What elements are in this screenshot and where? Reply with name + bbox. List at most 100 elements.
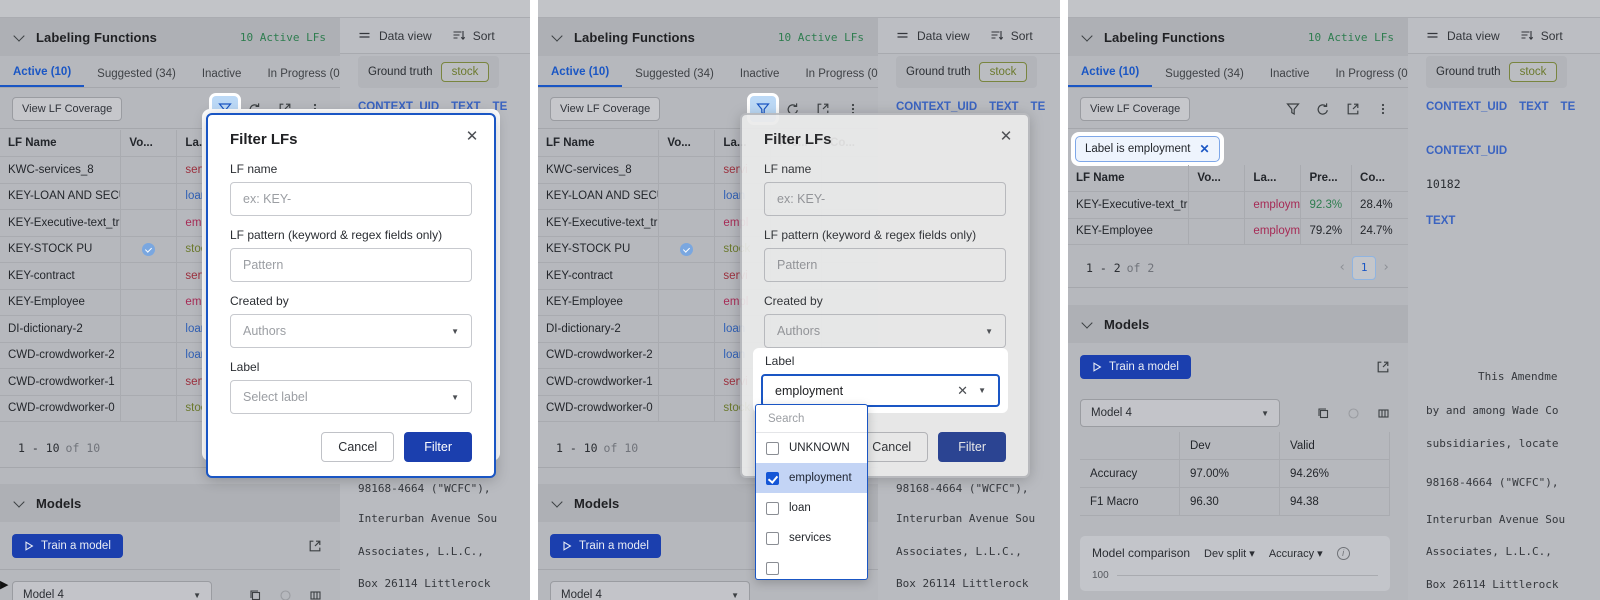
col-text[interactable]: TEXT — [989, 101, 1018, 113]
lf-pattern-input[interactable]: Pattern — [764, 248, 1006, 282]
prev-page-icon[interactable]: ‹ — [1338, 260, 1346, 275]
dev-split-select[interactable]: Dev split ▾ — [1204, 547, 1255, 560]
train-a-model-button[interactable]: Train a model — [12, 533, 123, 558]
tab-suggested[interactable]: Suggested (34) — [84, 68, 189, 87]
next-page-icon[interactable]: › — [1382, 260, 1390, 275]
checkbox-icon[interactable] — [766, 471, 779, 485]
label-select-open[interactable]: employment ✕ ▼ — [761, 374, 1000, 407]
filter-button[interactable]: Filter — [404, 432, 472, 462]
metrics-row: Accuracy 97.00% 94.26% — [1080, 460, 1390, 488]
data-view-toolbar-2: Data view Sort — [878, 18, 1060, 54]
copy-icon[interactable] — [1310, 400, 1336, 426]
filter-chip-label-employment[interactable]: Label is employment ✕ — [1075, 136, 1220, 162]
col-text-2[interactable]: TE — [1561, 101, 1576, 113]
checkbox-icon[interactable] — [766, 501, 779, 515]
view-lf-coverage-button[interactable]: View LF Coverage — [1080, 96, 1191, 121]
tab-inactive[interactable]: Inactive — [1257, 68, 1323, 87]
created-by-select[interactable]: Authors ▼ — [230, 314, 472, 348]
tab-inactive[interactable]: Inactive — [189, 68, 255, 87]
models-header-3[interactable]: Models — [1068, 305, 1408, 343]
filter-button[interactable]: Filter — [938, 432, 1006, 462]
model-select-1[interactable]: Model 4 ▼ — [12, 581, 212, 600]
close-icon[interactable]: ✕ — [998, 129, 1014, 146]
tag-icon[interactable] — [272, 582, 298, 600]
ground-truth-value[interactable]: stock — [1508, 62, 1558, 82]
dropdown-option-employment[interactable]: employment — [756, 463, 867, 493]
checkbox-icon[interactable] — [766, 561, 779, 575]
col-text[interactable]: TEXT — [1519, 101, 1548, 113]
sort-label[interactable]: Sort — [1011, 29, 1033, 43]
lf-name-input[interactable]: ex: KEY- — [230, 182, 472, 216]
refresh-icon[interactable] — [1310, 96, 1336, 122]
dropdown-option-partial[interactable] — [756, 553, 867, 579]
open-external-icon[interactable] — [302, 533, 328, 559]
data-view-label[interactable]: Data view — [1447, 29, 1500, 43]
chevron-down-icon[interactable] — [14, 497, 26, 509]
tab-suggested[interactable]: Suggested (34) — [1152, 68, 1257, 87]
columns-icon[interactable] — [302, 582, 328, 600]
copy-icon[interactable] — [242, 582, 268, 600]
page-number-button[interactable]: 1 — [1352, 255, 1377, 280]
table-row[interactable]: KEY-Employee employm 79.2% 24.7% — [1068, 218, 1408, 245]
chevron-down-icon: ▼ — [193, 590, 201, 600]
labeling-functions-header[interactable]: Labeling Functions 10 Active LFs — [0, 18, 340, 56]
sort-label[interactable]: Sort — [473, 29, 495, 43]
more-options-icon[interactable] — [1370, 96, 1396, 122]
close-icon[interactable]: ✕ — [1199, 142, 1209, 156]
label-select[interactable]: Select label ▼ — [230, 380, 472, 414]
dropdown-option-loan[interactable]: loan — [756, 493, 867, 523]
chevron-down-icon[interactable]: ▼ — [978, 386, 986, 395]
view-lf-coverage-button[interactable]: View LF Coverage — [550, 96, 661, 121]
col-context-uid[interactable]: CONTEXT_UID — [1426, 101, 1507, 113]
tag-icon[interactable] — [1340, 400, 1366, 426]
created-by-select[interactable]: Authors ▼ — [764, 314, 1006, 348]
cell-vote — [659, 395, 716, 421]
open-external-icon[interactable] — [1340, 96, 1366, 122]
lf-name-input[interactable]: ex: KEY- — [764, 182, 1006, 216]
close-icon[interactable]: ✕ — [464, 129, 480, 146]
data-view-label[interactable]: Data view — [917, 29, 970, 43]
doc-line: Box 26114 Littlerock — [896, 577, 1029, 590]
filter-icon[interactable] — [1280, 96, 1306, 122]
accuracy-select[interactable]: Accuracy ▾ — [1269, 547, 1323, 560]
dropdown-option-unknown[interactable]: UNKNOWN — [756, 433, 867, 463]
train-a-model-button[interactable]: Train a model — [550, 533, 661, 558]
sort-label[interactable]: Sort — [1541, 29, 1563, 43]
tab-active[interactable]: Active (10) — [0, 66, 85, 87]
cancel-button[interactable]: Cancel — [321, 432, 395, 462]
col-text-2[interactable]: TE — [1031, 101, 1046, 113]
columns-icon[interactable] — [1370, 400, 1396, 426]
info-icon[interactable]: i — [1336, 546, 1350, 560]
col-context-uid[interactable]: CONTEXT_UID — [896, 101, 977, 113]
ground-truth-value[interactable]: stock — [440, 62, 490, 82]
tab-suggested[interactable]: Suggested (34) — [622, 68, 727, 87]
checkbox-icon[interactable] — [766, 531, 779, 545]
data-view-icon — [897, 32, 908, 38]
lf-pattern-input[interactable]: Pattern — [230, 248, 472, 282]
ground-truth-value[interactable]: stock — [978, 62, 1028, 82]
train-a-model-button[interactable]: Train a model — [1080, 354, 1191, 379]
model-metrics-table: Dev Valid Accuracy 97.00% 94.26% F1 Macro 96… — [1080, 432, 1390, 516]
model-select-2[interactable]: Model 4 ▼ — [550, 581, 750, 600]
tab-active[interactable]: Active (10) — [538, 66, 623, 87]
open-external-icon[interactable] — [1370, 354, 1396, 380]
chart-axis-top: 100 — [1092, 570, 1378, 581]
tab-active[interactable]: Active (10) — [1068, 66, 1153, 87]
data-view-label[interactable]: Data view — [379, 29, 432, 43]
view-lf-coverage-button[interactable]: View LF Coverage — [12, 96, 123, 121]
labeling-functions-header[interactable]: Labeling Functions 10 Active LFs — [1068, 18, 1408, 56]
chevron-down-icon[interactable] — [1082, 31, 1094, 43]
models-header-1[interactable]: Models — [0, 484, 340, 522]
table-row[interactable]: KEY-Executive-text_trunc employm92.3% 28.4… — [1068, 192, 1408, 219]
clear-icon[interactable]: ✕ — [957, 383, 978, 399]
chevron-down-icon[interactable] — [1082, 318, 1094, 330]
chevron-down-icon[interactable] — [552, 497, 564, 509]
labeling-functions-header[interactable]: Labeling Functions 10 Active LFs — [538, 18, 878, 56]
tab-inactive[interactable]: Inactive — [727, 68, 793, 87]
chevron-down-icon[interactable] — [552, 31, 564, 43]
checkbox-icon[interactable] — [766, 441, 779, 455]
model-select-3[interactable]: Model 4 ▼ — [1080, 399, 1280, 427]
dropdown-search-input[interactable]: Search — [756, 405, 867, 433]
chevron-down-icon[interactable] — [14, 31, 26, 43]
dropdown-option-services[interactable]: services — [756, 523, 867, 553]
